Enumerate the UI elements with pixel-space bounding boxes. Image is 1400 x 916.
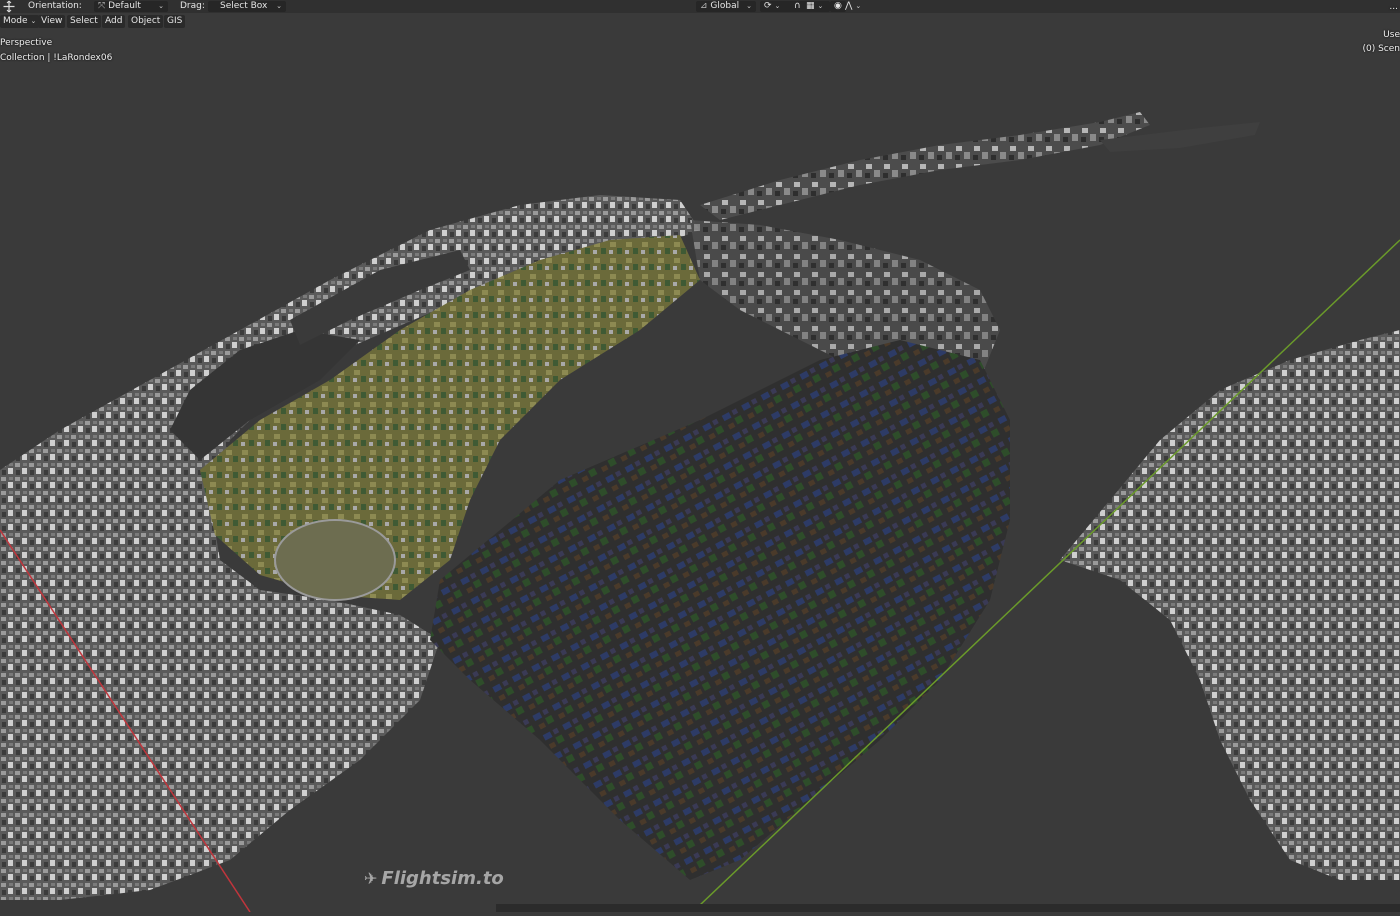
proportional-edit-icon: ◉: [834, 1, 842, 11]
tool-settings-header: Orientation: ⤧ Default ⌄ Drag: Select Bo…: [0, 0, 1400, 13]
viewport-scene-label: (0) Scen: [1362, 44, 1400, 54]
chevron-down-icon: ⌄: [746, 2, 752, 10]
snap-grid-icon: ▦: [806, 1, 815, 11]
pivot-icon: ⟳: [764, 1, 772, 11]
transform-orientation-dropdown[interactable]: ⊿ Global ⌄: [696, 1, 756, 12]
transform-value: Global: [710, 1, 740, 11]
select-box-value: Select Box: [220, 1, 268, 11]
falloff-dropdown[interactable]: ⋀ ⌄: [845, 0, 861, 13]
flightsim-watermark: ✈ Flightsim.to: [364, 866, 504, 892]
3d-viewport[interactable]: Perspective Collection | !LaRondex06 Use…: [0, 2, 1400, 913]
orientation-dropdown[interactable]: ⤧ Default ⌄: [94, 1, 168, 12]
chevron-down-icon: ⌄: [774, 2, 781, 10]
circular-pool: [274, 519, 396, 601]
chevron-down-icon: ⌄: [855, 2, 862, 10]
drag-label: Drag:: [180, 1, 205, 11]
plane-icon: ✈: [364, 869, 378, 888]
chevron-down-icon: ⌄: [276, 2, 282, 10]
pivot-point-dropdown[interactable]: ⟳ ⌄: [760, 1, 794, 12]
bridge: [700, 112, 1150, 220]
photogrammetry-scene: [0, 112, 1400, 913]
collection-info-label: Collection | !LaRondex06: [0, 53, 113, 63]
snap-target-dropdown[interactable]: ▦ ⌄: [802, 1, 830, 12]
viewport-user-label: Use: [1383, 30, 1400, 40]
watermark-text: Flightsim.to: [381, 868, 504, 889]
orientation-label: Orientation:: [28, 1, 82, 11]
orientation-value: Default: [108, 1, 141, 11]
chevron-down-icon: ⌄: [817, 2, 824, 10]
orientation-gizmo-icon: ⤧: [98, 1, 106, 11]
proportional-edit-toggle[interactable]: ◉: [830, 1, 846, 12]
drag-dropdown[interactable]: Select Box ⌄: [208, 1, 286, 12]
global-transform-icon: ⊿: [700, 1, 708, 11]
falloff-icon: ⋀: [845, 1, 853, 11]
viewport-bottom-strip: [496, 904, 1400, 912]
mainland-east: [1060, 330, 1400, 880]
viewport-projection-label: Perspective: [0, 38, 53, 48]
viewport-corner-label: ...: [1389, 2, 1398, 12]
chevron-down-icon: ⌄: [158, 2, 164, 10]
snap-icon: ∩: [794, 1, 801, 11]
